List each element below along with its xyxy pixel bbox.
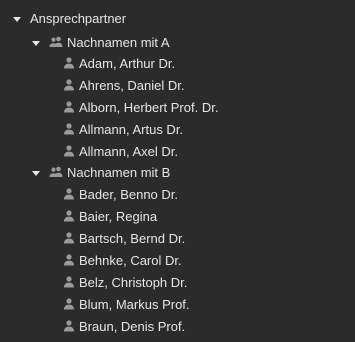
person-icon	[63, 100, 75, 116]
person-icon	[63, 144, 75, 160]
person-icon	[63, 253, 75, 269]
tree-node-group-b[interactable]: Nachnamen mit B	[32, 162, 170, 184]
tree-leaf-contact[interactable]: Bartsch, Bernd Dr.	[63, 228, 185, 250]
tree-leaf-contact[interactable]: Braun, Denis Prof.	[63, 316, 185, 338]
tree-leaf-contact[interactable]: Allmann, Artus Dr.	[63, 119, 183, 141]
tree-node-group-label: Nachnamen mit A	[67, 35, 170, 50]
tree-leaf-contact[interactable]: Alborn, Herbert Prof. Dr.	[63, 97, 218, 119]
tree-leaf-contact[interactable]: Behnke, Carol Dr.	[63, 250, 182, 272]
caret-down-icon[interactable]	[13, 16, 21, 22]
contacts-tree: Ansprechpartner Nachnamen mit A Adam, Ar…	[0, 0, 355, 342]
person-icon	[63, 209, 75, 225]
person-icon	[63, 78, 75, 94]
contact-name: Baier, Regina	[79, 209, 158, 224]
contact-name: Behnke, Carol Dr.	[79, 253, 182, 268]
contact-name: Ahrens, Daniel Dr.	[79, 78, 185, 93]
caret-down-icon[interactable]	[32, 170, 40, 176]
person-icon	[63, 187, 75, 203]
contact-name: Allmann, Axel Dr.	[79, 144, 178, 159]
contact-name: Blum, Markus Prof.	[79, 297, 190, 312]
tree-node-root[interactable]: Ansprechpartner	[13, 8, 126, 30]
contact-name: Adam, Arthur Dr.	[79, 56, 176, 71]
tree-leaf-contact[interactable]: Ahrens, Daniel Dr.	[63, 75, 185, 97]
group-icon	[49, 36, 63, 51]
contact-name: Alborn, Herbert Prof. Dr.	[79, 100, 219, 115]
tree-leaf-contact[interactable]: Baier, Regina	[63, 206, 157, 228]
tree-leaf-contact[interactable]: Adam, Arthur Dr.	[63, 53, 175, 75]
person-icon	[63, 231, 75, 247]
person-icon	[63, 297, 75, 313]
person-icon	[63, 122, 75, 138]
tree-node-group-label: Nachnamen mit B	[67, 165, 171, 180]
person-icon	[63, 275, 75, 291]
tree-node-group-a[interactable]: Nachnamen mit A	[32, 32, 170, 54]
contact-name: Bartsch, Bernd Dr.	[79, 231, 186, 246]
tree-leaf-contact[interactable]: Allmann, Axel Dr.	[63, 141, 178, 163]
person-icon	[63, 319, 75, 335]
contact-name: Braun, Denis Prof.	[79, 319, 186, 334]
tree-node-root-label: Ansprechpartner	[30, 11, 127, 26]
tree-leaf-contact[interactable]: Blum, Markus Prof.	[63, 294, 190, 316]
caret-down-icon[interactable]	[32, 40, 40, 46]
contact-name: Bader, Benno Dr.	[79, 187, 179, 202]
person-icon	[63, 56, 75, 72]
contact-name: Belz, Christoph Dr.	[79, 275, 188, 290]
group-icon	[49, 166, 63, 181]
tree-leaf-contact[interactable]: Belz, Christoph Dr.	[63, 272, 187, 294]
contact-name: Allmann, Artus Dr.	[79, 122, 184, 137]
tree-leaf-contact[interactable]: Bader, Benno Dr.	[63, 184, 178, 206]
